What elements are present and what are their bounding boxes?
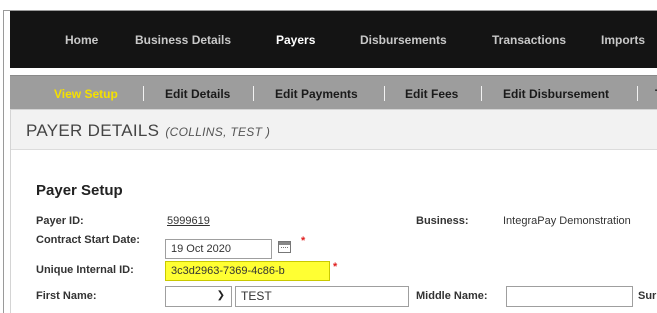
payer-id-label: Payer ID:: [36, 215, 84, 227]
nav-imports[interactable]: Imports: [601, 33, 645, 47]
subnav-separator: [637, 86, 638, 101]
subnav-separator: [253, 86, 254, 101]
first-name-field[interactable]: TEST: [235, 286, 409, 307]
required-marker: *: [333, 261, 338, 273]
contract-start-date-value: 19 Oct 2020: [171, 243, 231, 255]
nav-disbursements[interactable]: Disbursements: [360, 33, 447, 47]
unique-internal-id-field[interactable]: 3c3d2963-7369-4c86-b: [165, 261, 330, 281]
nav-business-details[interactable]: Business Details: [135, 33, 231, 47]
payer-id-value[interactable]: 5999619: [167, 215, 210, 227]
page-title: PAYER DETAILS (COLLINS, TEST ): [26, 121, 270, 141]
middle-name-label: Middle Name:: [416, 290, 488, 302]
top-navigation: Home Business Details Payers Disbursemen…: [10, 11, 657, 68]
business-value: IntegraPay Demonstration: [503, 215, 631, 227]
subnav-edit-disbursement[interactable]: Edit Disbursement: [503, 87, 609, 101]
nav-payers[interactable]: Payers: [276, 33, 315, 47]
required-marker: *: [301, 235, 306, 247]
calendar-icon[interactable]: [278, 241, 291, 253]
title-select[interactable]: ❯: [165, 286, 232, 307]
contract-start-date-field[interactable]: 19 Oct 2020: [165, 239, 272, 259]
subnav-edit-payments[interactable]: Edit Payments: [275, 87, 358, 101]
subnav-edit-details[interactable]: Edit Details: [165, 87, 230, 101]
surname-label: Surn: [638, 290, 657, 302]
subnav-separator: [143, 86, 144, 101]
first-name-value: TEST: [241, 289, 272, 303]
business-label: Business:: [416, 215, 469, 227]
chevron-down-icon: ❯: [216, 290, 225, 301]
subnav-separator: [384, 86, 385, 101]
sub-navigation: View Setup Edit Details Edit Payments Ed…: [10, 75, 657, 109]
subnav-view-setup[interactable]: View Setup: [54, 87, 118, 101]
unique-internal-id-value: 3c3d2963-7369-4c86-b: [171, 265, 285, 277]
page-title-text: PAYER DETAILS: [26, 121, 160, 140]
nav-transactions[interactable]: Transactions: [492, 33, 566, 47]
nav-home[interactable]: Home: [65, 33, 98, 47]
unique-internal-id-label: Unique Internal ID:: [36, 264, 134, 276]
middle-name-field[interactable]: [506, 286, 633, 307]
page-subtitle: (COLLINS, TEST ): [165, 125, 271, 139]
app-window: Home Business Details Payers Disbursemen…: [3, 10, 657, 313]
subnav-separator: [481, 86, 482, 101]
section-title: Payer Setup: [36, 182, 123, 199]
page-title-bar: PAYER DETAILS (COLLINS, TEST ): [11, 110, 657, 150]
subnav-edit-fees[interactable]: Edit Fees: [405, 87, 458, 101]
payer-details-panel: PAYER DETAILS (COLLINS, TEST ) Payer Setu…: [10, 109, 657, 313]
nav-spacer: [4, 68, 657, 75]
contract-start-label: Contract Start Date:: [36, 234, 140, 246]
first-name-label: First Name:: [36, 290, 97, 302]
